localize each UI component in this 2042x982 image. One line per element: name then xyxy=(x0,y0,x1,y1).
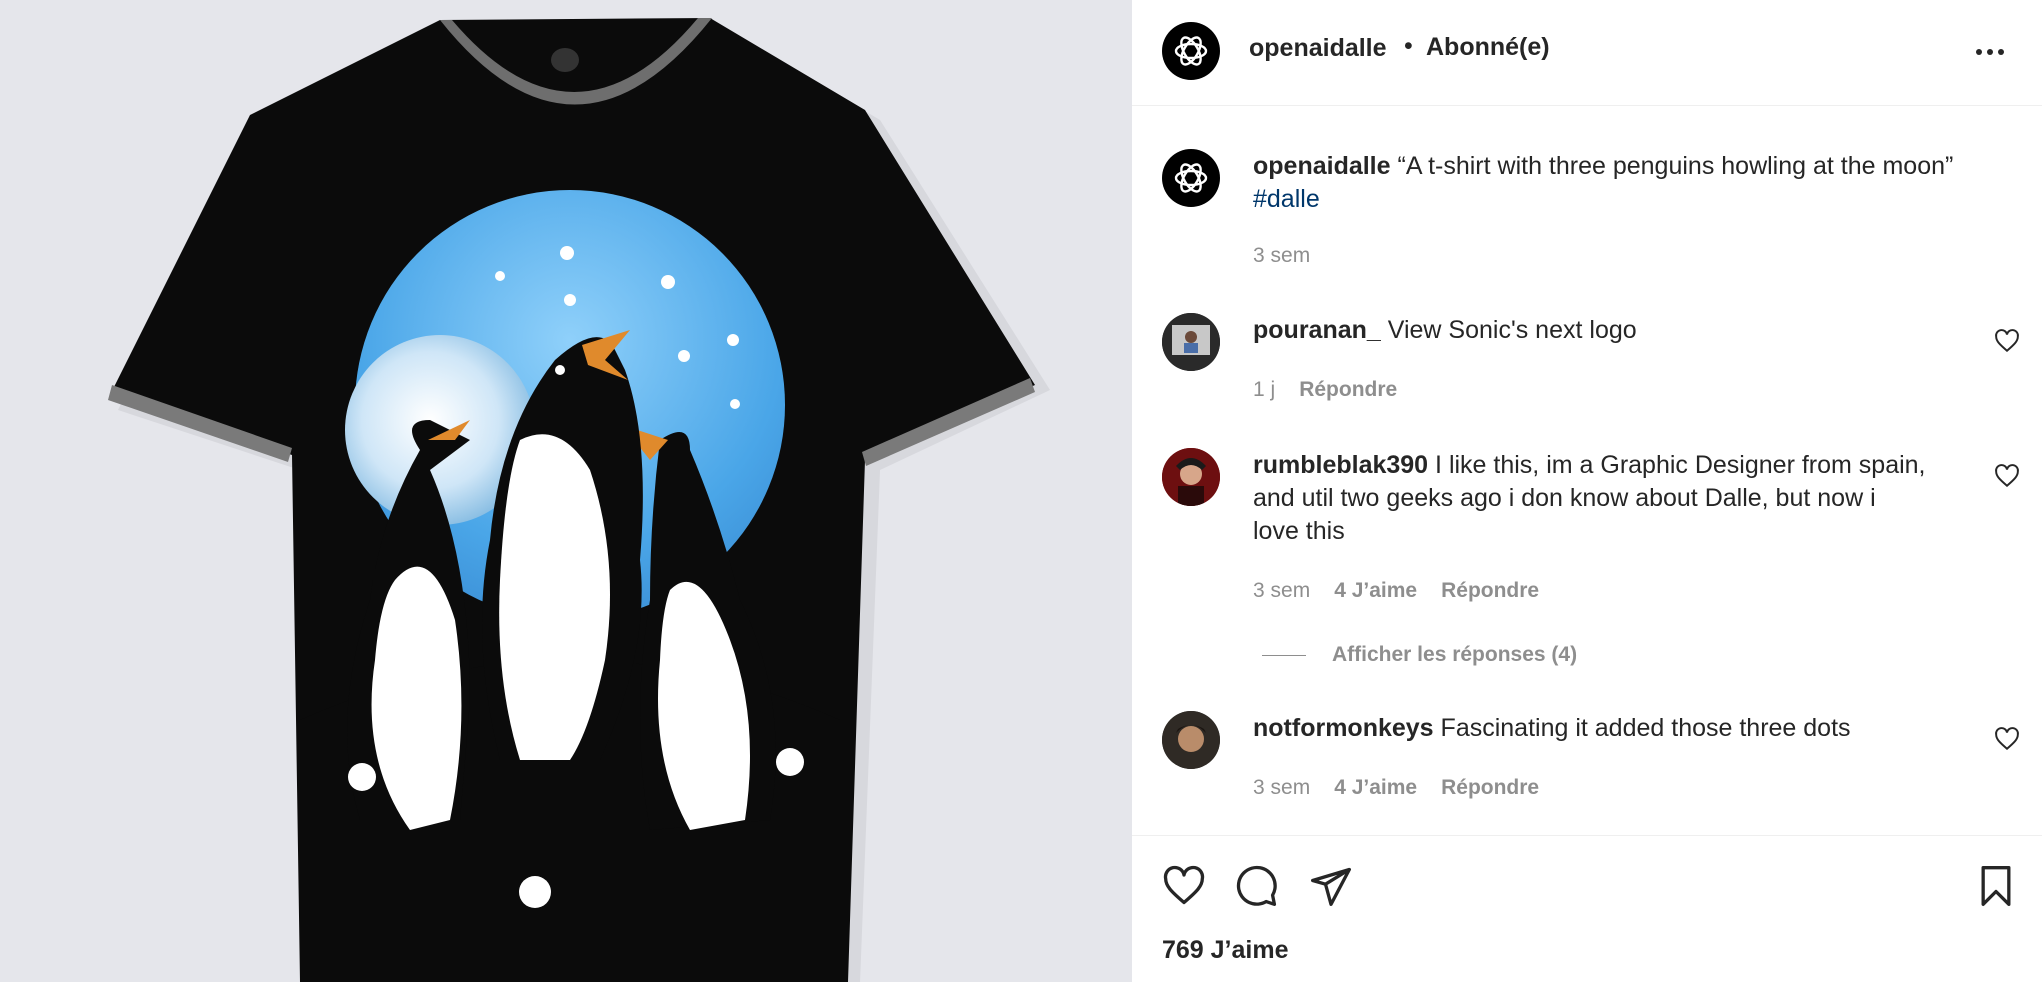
comment-username[interactable]: rumbleblak390 xyxy=(1253,451,1428,479)
caption-username[interactable]: openaidalle xyxy=(1253,152,1391,180)
more-options-button[interactable] xyxy=(1970,32,2010,72)
openai-logo-icon xyxy=(1174,36,1208,66)
comment-body: View Sonic's next logo xyxy=(1387,316,1637,344)
view-replies-label: Afficher les réponses (4) xyxy=(1332,643,1578,666)
caption-text: openaidalle “A t-shirt with three pengui… xyxy=(1253,150,2023,216)
user-photo-icon xyxy=(1162,313,1220,371)
caption-meta: 3 sem xyxy=(1253,244,1310,268)
like-comment-icon[interactable] xyxy=(1994,726,2020,752)
comment-likes[interactable]: 4 J’aime xyxy=(1334,579,1417,603)
caption-time: 3 sem xyxy=(1253,244,1311,267)
post-image[interactable] xyxy=(0,0,1132,982)
post-username[interactable]: openaidalle xyxy=(1249,34,1387,63)
heart-icon[interactable] xyxy=(1162,864,1206,908)
like-comment-icon[interactable] xyxy=(1994,328,2020,354)
follow-status-button[interactable]: Abonné(e) xyxy=(1426,33,1550,62)
comment-time: 3 sem xyxy=(1253,776,1311,799)
comment-body: Fascinating it added those three dots xyxy=(1440,714,1851,742)
comment-body-line3: love this xyxy=(1253,517,1345,545)
profile-avatar[interactable] xyxy=(1162,22,1220,80)
comment-avatar[interactable] xyxy=(1162,313,1220,371)
tshirt-penguins-artwork xyxy=(0,0,1132,982)
comment-text: pouranan_ View Sonic's next logo xyxy=(1253,314,1973,347)
reply-button[interactable]: Répondre xyxy=(1441,579,1539,603)
bookmark-icon[interactable] xyxy=(1974,864,2018,908)
openai-logo-icon xyxy=(1174,163,1208,193)
user-photo-icon xyxy=(1162,448,1220,506)
comment-meta: 1 j Répondre xyxy=(1253,378,1397,402)
comment-meta: 3 sem 4 J’aime Répondre xyxy=(1253,579,1539,603)
comment-body-line1: I like this, im a Graphic Designer from … xyxy=(1435,451,1926,479)
post-actions: 769 J’aime xyxy=(1132,835,2042,982)
comment-text: rumbleblak390 I like this, im a Graphic … xyxy=(1253,449,1983,548)
comment-avatar[interactable] xyxy=(1162,448,1220,506)
likes-count[interactable]: 769 J’aime xyxy=(1162,936,1289,965)
comment-username[interactable]: pouranan_ xyxy=(1253,316,1381,344)
view-replies-button[interactable]: Afficher les réponses (4) xyxy=(1262,643,1577,667)
comment-icon[interactable] xyxy=(1235,864,1279,908)
caption-body: “A t-shirt with three penguins howling a… xyxy=(1397,152,1954,180)
comments-list: openaidalle “A t-shirt with three pengui… xyxy=(1132,107,2042,835)
separator-dot: • xyxy=(1404,32,1413,60)
hashtag-link[interactable]: #dalle xyxy=(1253,185,1320,213)
reply-button[interactable]: Répondre xyxy=(1441,776,1539,800)
reply-button[interactable]: Répondre xyxy=(1299,378,1397,402)
comment-meta: 3 sem 4 J’aime Répondre xyxy=(1253,776,1539,800)
more-horizontal-icon xyxy=(1976,49,2004,55)
comment-body-line2: and util two geeks ago i don know about … xyxy=(1253,484,1876,512)
comment-avatar[interactable] xyxy=(1162,711,1220,769)
post-header: openaidalle • Abonné(e) xyxy=(1132,0,2042,106)
comment-time: 1 j xyxy=(1253,378,1276,401)
comment-likes[interactable]: 4 J’aime xyxy=(1334,776,1417,800)
send-icon[interactable] xyxy=(1309,864,1353,908)
comment-time: 3 sem xyxy=(1253,579,1311,602)
caption-avatar[interactable] xyxy=(1162,149,1220,207)
comment-username[interactable]: notformonkeys xyxy=(1253,714,1434,742)
comment-text: notformonkeys Fascinating it added those… xyxy=(1253,712,1973,745)
replies-divider-line xyxy=(1262,654,1306,656)
user-photo-icon xyxy=(1162,711,1220,769)
post-details: openaidalle • Abonné(e) openaidalle “A t… xyxy=(1132,0,2042,982)
like-comment-icon[interactable] xyxy=(1994,463,2020,489)
